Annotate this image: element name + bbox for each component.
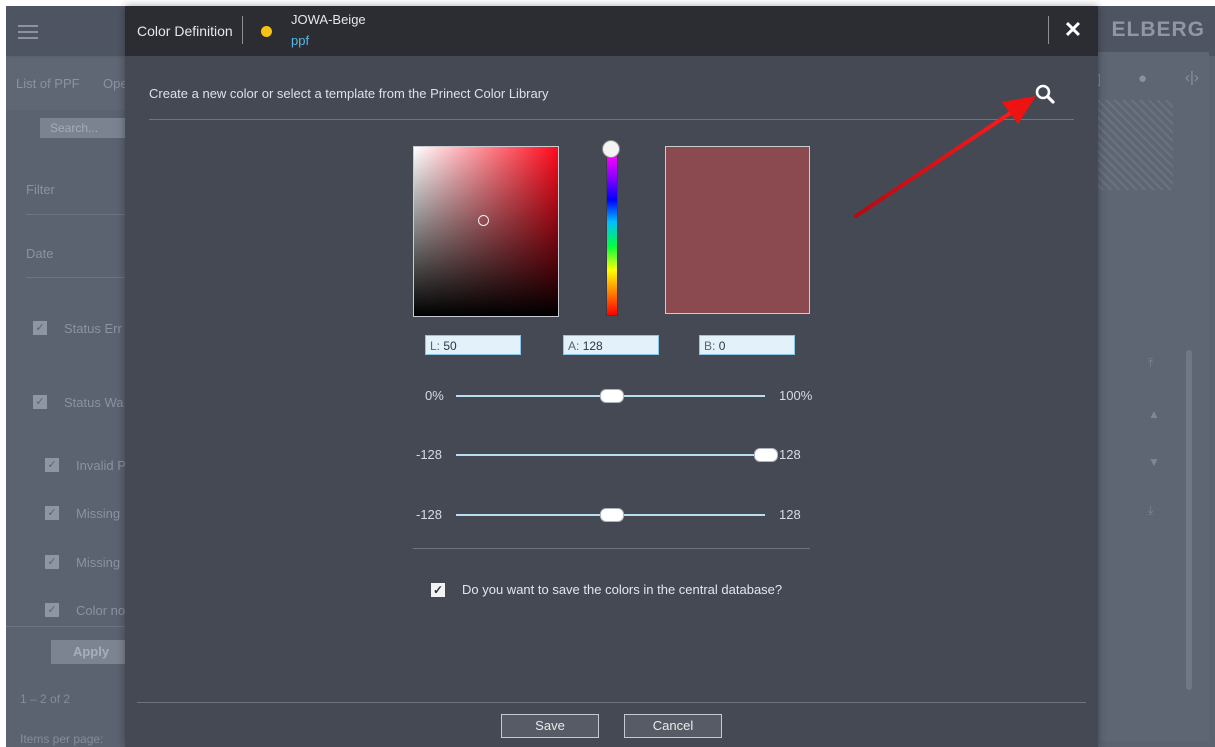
annotation-arrow xyxy=(854,96,1036,218)
